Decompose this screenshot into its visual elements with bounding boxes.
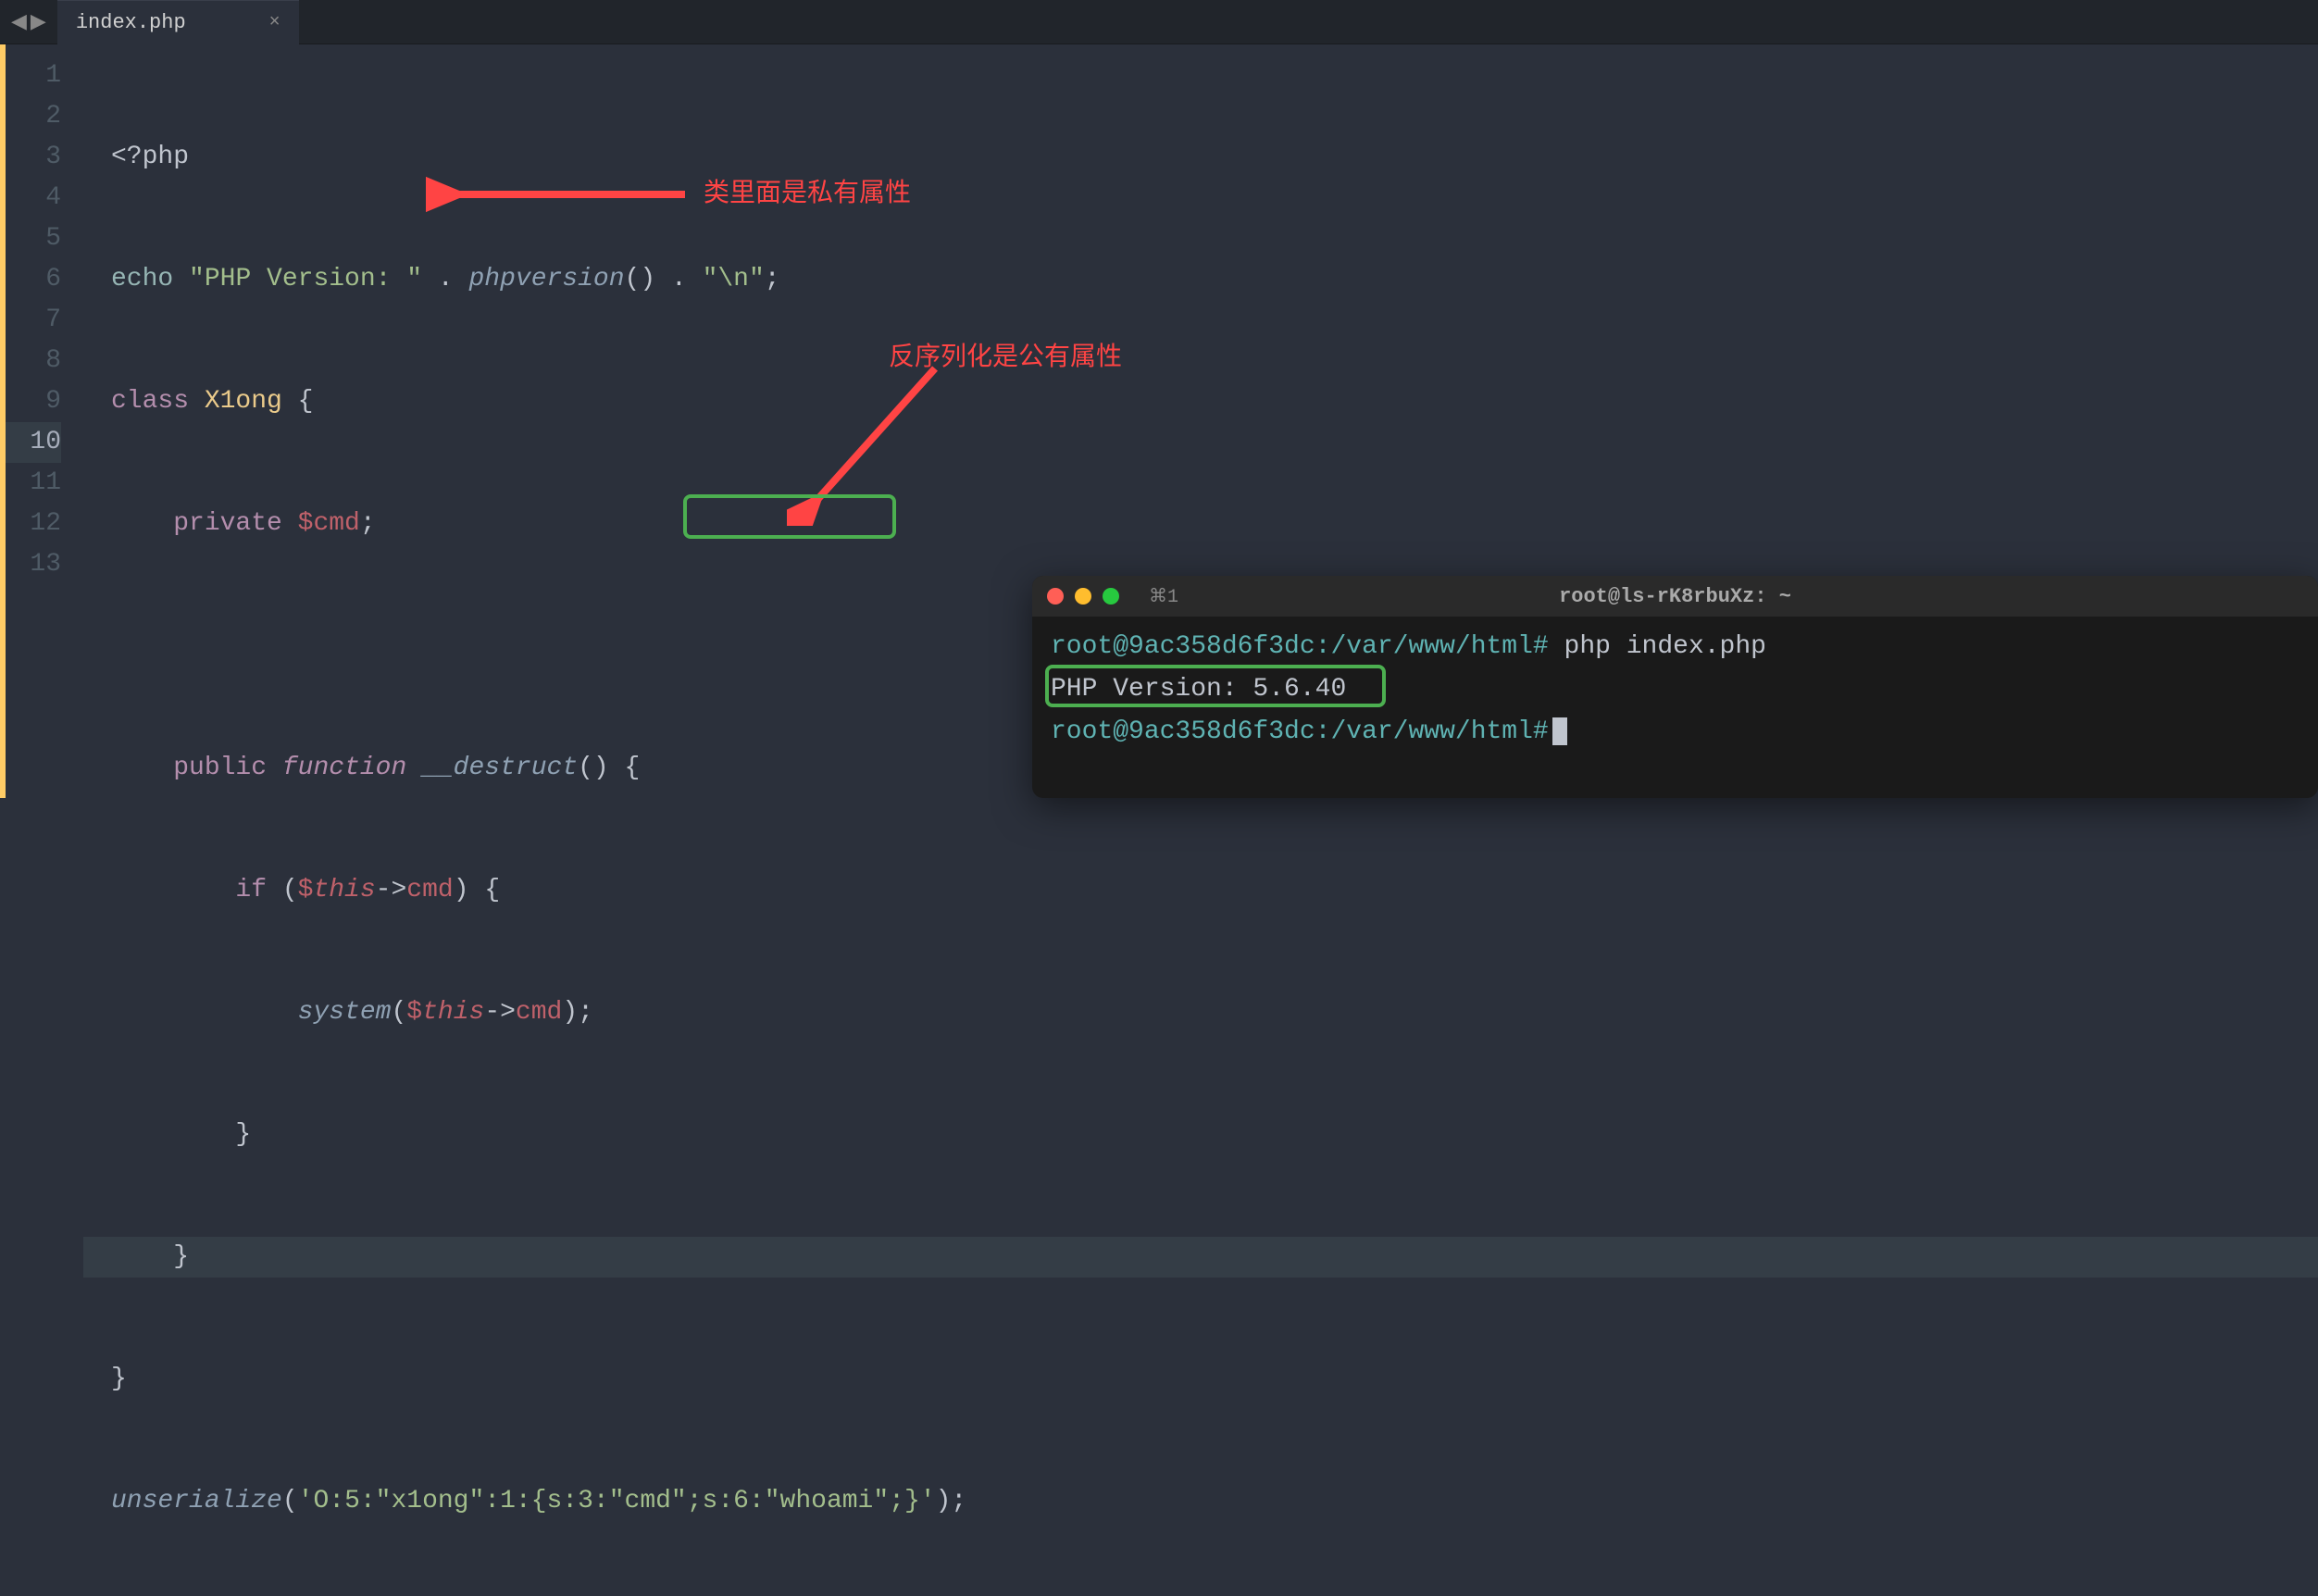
line-number: 1 xyxy=(6,56,61,96)
terminal-window: ⌘1 root@ls-rK8rbuXz: ~ root@9ac358d6f3dc… xyxy=(1032,576,2318,798)
line-number: 5 xyxy=(6,218,61,259)
nav-back-icon[interactable]: ◀ xyxy=(11,10,27,34)
terminal-line: root@9ac358d6f3dc:/var/www/html# php ind… xyxy=(1051,626,2299,668)
code-line: class X1ong { xyxy=(83,381,2318,422)
line-number: 11 xyxy=(6,463,61,504)
code-line: echo "PHP Version: " . phpversion() . "\… xyxy=(83,259,2318,300)
line-number: 9 xyxy=(6,381,61,422)
code-line: <?php xyxy=(83,137,2318,178)
maximize-window-icon[interactable] xyxy=(1103,588,1119,605)
terminal-tab-label: ⌘1 xyxy=(1149,584,1178,608)
minimize-window-icon[interactable] xyxy=(1075,588,1091,605)
terminal-title: root@ls-rK8rbuXz: ~ xyxy=(1559,585,1791,608)
line-number: 3 xyxy=(6,137,61,178)
terminal-line: root@9ac358d6f3dc:/var/www/html# xyxy=(1051,711,2299,754)
traffic-lights xyxy=(1047,588,1119,605)
annotation-text: 反序列化是公有属性 xyxy=(889,336,1122,377)
cursor-icon xyxy=(1552,717,1567,745)
code-line: unserialize('O:5:"x1ong":1:{s:3:"cmd";s:… xyxy=(83,1481,2318,1522)
tab-filename: index.php xyxy=(76,11,186,34)
arrow-annotation-icon xyxy=(787,341,972,526)
terminal-titlebar: ⌘1 root@ls-rK8rbuXz: ~ xyxy=(1032,576,2318,617)
line-number: 12 xyxy=(6,504,61,544)
close-window-icon[interactable] xyxy=(1047,588,1064,605)
terminal-body[interactable]: root@9ac358d6f3dc:/var/www/html# php ind… xyxy=(1032,617,2318,763)
line-number: 4 xyxy=(6,178,61,218)
code-line: } xyxy=(83,1115,2318,1155)
gutter: 1 2 3 4 5 6 7 8 9 10 11 12 13 xyxy=(0,44,83,798)
code-line: if ($this->cmd) { xyxy=(83,870,2318,911)
file-tab[interactable]: index.php × xyxy=(57,0,299,44)
line-number: 7 xyxy=(6,300,61,341)
code-line: } xyxy=(83,1359,2318,1400)
annotation-text: 类里面是私有属性 xyxy=(704,172,911,213)
close-icon[interactable]: × xyxy=(269,12,280,33)
code-line: private $cmd; xyxy=(83,504,2318,544)
line-number: 8 xyxy=(6,341,61,381)
code-line: } xyxy=(83,1237,2318,1278)
line-number: 13 xyxy=(6,544,61,585)
line-number: 10 xyxy=(6,422,61,463)
nav-arrows: ◀ ▶ xyxy=(0,10,57,34)
line-number: 2 xyxy=(6,96,61,137)
line-number: 6 xyxy=(6,259,61,300)
tab-bar: ◀ ▶ index.php × xyxy=(0,0,2318,44)
terminal-line: PHP Version: 5.6.40 xyxy=(1051,668,2299,711)
nav-forward-icon[interactable]: ▶ xyxy=(31,10,46,34)
code-line: system($this->cmd); xyxy=(83,992,2318,1033)
